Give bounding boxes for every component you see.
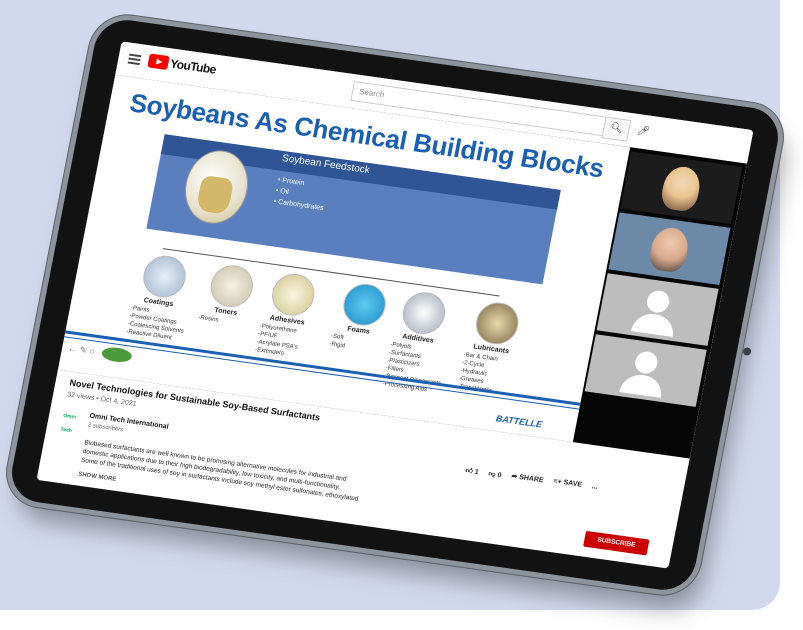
- show-more-link[interactable]: SHOW MORE: [78, 472, 117, 483]
- youtube-logo-text: YouTube: [169, 56, 218, 77]
- adhesives-image: [268, 271, 319, 319]
- youtube-logo[interactable]: YouTube: [147, 53, 218, 77]
- subscriber-count: 2 subscribers: [87, 422, 124, 434]
- feedstock-list: • Protein • Oil • Carbohydrates: [273, 175, 329, 214]
- video-description: Biobased surfactants are well known to b…: [80, 438, 362, 504]
- participant-tile: [584, 334, 707, 407]
- coatings-image: [139, 253, 190, 301]
- toners-image: [207, 262, 257, 310]
- foams-image: [339, 281, 390, 329]
- participant-tile: [608, 212, 731, 285]
- mic-icon[interactable]: 🎤︎: [634, 122, 653, 142]
- participant-video: [647, 225, 692, 274]
- channel-avatar[interactable]: Omni Tech: [60, 409, 84, 434]
- battelle-logo: BATTELLE: [495, 413, 543, 430]
- participant-tile: [620, 151, 743, 225]
- united-soybean-board-logo: [100, 345, 133, 364]
- search-icon[interactable]: 🔍︎: [601, 116, 632, 142]
- participant-video: [659, 164, 704, 213]
- avatar-icon: [619, 372, 665, 398]
- camera-icon: [742, 346, 752, 356]
- like-button[interactable]: 👍︎ 1: [464, 466, 480, 476]
- thumbs-down-icon: 👎︎: [487, 470, 497, 479]
- category-lubricants: Lubricants -Bar & Chain -2-Cycle -Hydrau…: [457, 299, 550, 401]
- dislike-button[interactable]: 👎︎ 0: [488, 469, 503, 480]
- participant-tile: [596, 273, 719, 346]
- youtube-play-icon: [147, 53, 170, 70]
- additives-image: [399, 289, 449, 337]
- save-button[interactable]: ≡+ SAVE: [552, 477, 583, 491]
- subscribe-button[interactable]: SUBSCRIBE: [583, 530, 650, 556]
- avatar-icon: [645, 289, 672, 314]
- action-bar: 👍︎ 1 👎︎ 0 ➦ SHARE ≡+ SAVE ...: [465, 466, 598, 493]
- more-options-icon[interactable]: ...: [591, 483, 598, 493]
- tablet-scene: YouTube Search 🔍︎ 🎤︎ Soybeans As Chemica…: [0, 0, 803, 630]
- category-adhesives: Adhesives -Polyurethane -PF/UF -Acrylate…: [254, 270, 346, 364]
- avatar-icon: [631, 311, 677, 337]
- tablet-device: YouTube Search 🔍︎ 🎤︎ Soybeans As Chemica…: [6, 16, 784, 594]
- thumbs-up-icon: 👍︎: [464, 467, 474, 476]
- annotation-tools-icon[interactable]: ← ✎ ○: [67, 343, 96, 358]
- share-button[interactable]: ➦ SHARE: [511, 472, 545, 485]
- tablet-screen: YouTube Search 🔍︎ 🎤︎ Soybeans As Chemica…: [36, 41, 754, 569]
- save-icon: ≡+: [552, 477, 563, 486]
- hamburger-menu-icon[interactable]: [127, 53, 142, 66]
- avatar-icon: [633, 350, 660, 375]
- share-icon: ➦: [510, 472, 518, 481]
- lubricants-image: [472, 299, 523, 347]
